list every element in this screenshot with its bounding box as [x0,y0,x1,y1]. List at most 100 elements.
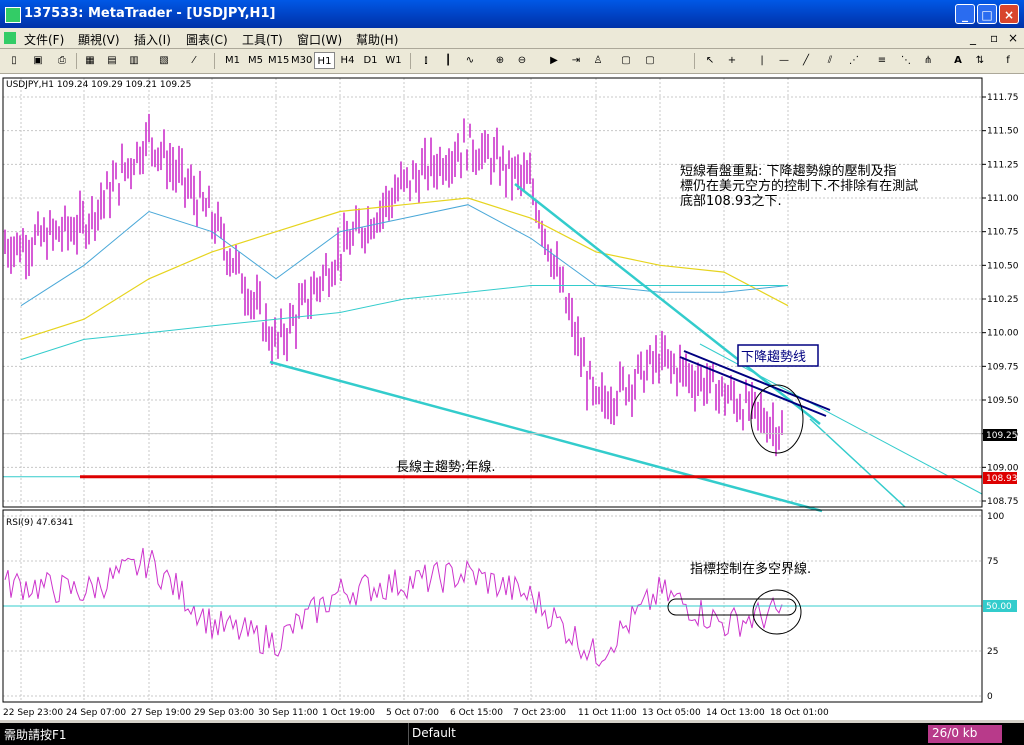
price-axis-label: 109.00 [987,463,1019,473]
trendline-icon[interactable]: ╱ [798,52,814,69]
short-term-note-line2: 標仍在美元空方的控制下.不排除有在測試 [680,178,918,194]
templates-icon[interactable]: ▢ [642,52,658,69]
menu-charts[interactable]: 圖表(C) [186,31,228,48]
time-axis-label: 30 Sep 11:00 [258,708,318,718]
tf-d1-button[interactable]: D1 [360,52,381,69]
save-icon[interactable]: ▣ [30,52,46,69]
time-axis-label: 1 Oct 19:00 [322,708,375,718]
terminal-icon[interactable]: ▥ [126,52,142,69]
close-button[interactable]: × [999,4,1019,24]
bar-chart-icon[interactable]: ⫾ [418,52,434,69]
status-bar: 需助請按F1 Default 26/0 kb [0,723,1024,745]
tf-h1-button[interactable]: H1 [314,52,335,69]
price-axis-label: 110.50 [987,261,1019,271]
gann-icon[interactable]: ⋱ [898,52,914,69]
fan-icon[interactable]: ⋔ [920,52,936,69]
line-chart-icon[interactable]: ∿ [462,52,478,69]
long-term-label: 長線主趨勢;年線. [396,459,496,475]
price-axis-label: 110.00 [987,329,1019,339]
mdi-minimize-icon[interactable]: _ [970,31,976,45]
print-icon[interactable]: ⎙ [54,52,70,69]
menu-file[interactable]: 文件(F) [24,31,64,48]
chart-canvas[interactable]: 111.75 111.50 111.25 111.00 110.75 110.50 110.… [0,74,1024,720]
rsi-axis-label: 0 [987,692,993,702]
time-axis-label: 27 Sep 19:00 [131,708,191,718]
mdi-restore-icon[interactable]: ▫ [990,31,998,45]
navigator-icon[interactable]: ▤ [104,52,120,69]
andrews-pitchfork-icon[interactable]: ⋰ [846,52,862,69]
horizontal-line-icon[interactable]: — [776,52,792,69]
downtrend-label: 下降趨勢线 [741,350,806,365]
strategy-tester-icon[interactable]: ▧ [156,52,172,69]
price-axis-label: 111.00 [987,194,1019,204]
vertical-line-icon[interactable]: | [754,52,770,69]
price-axis-label: 111.75 [987,93,1019,103]
time-axis-label: 13 Oct 05:00 [642,708,701,718]
title-bar: 137533: MetaTrader - [USDJPY,H1] _ □ × [0,0,1024,28]
rsi-axis-label: 100 [987,512,1004,522]
price-axis-label: 109.50 [987,396,1019,406]
price-axis-label: 110.25 [987,295,1019,305]
tf-m5-button[interactable]: M5 [245,52,266,69]
zoom-out-icon[interactable]: ⊖ [514,52,530,69]
chart-window[interactable]: 111.75 111.50 111.25 111.00 110.75 110.50 110.… [0,74,1024,720]
menu-insert[interactable]: 插入(I) [134,31,171,48]
separator [214,53,215,69]
tf-m30-button[interactable]: M30 [291,52,312,69]
zoom-in-icon[interactable]: ⊕ [492,52,508,69]
price-axis-label: 109.75 [987,362,1019,372]
tf-m1-button[interactable]: M1 [222,52,243,69]
maximize-button[interactable]: □ [977,4,997,24]
indicators-icon[interactable]: ♙ [590,52,606,69]
menu-bar: 文件(F) 顯視(V) 插入(I) 圖表(C) 工具(T) 窗口(W) 幫助(H… [0,28,1024,49]
tf-m15-button[interactable]: M15 [268,52,289,69]
time-axis-label: 11 Oct 11:00 [578,708,637,718]
new-chart-icon[interactable]: ▯ [6,52,22,69]
document-icon[interactable] [4,32,16,44]
expert-advisors-icon[interactable]: ⁄ [186,52,202,69]
chart-info-label: USDJPY,H1 109.24 109.29 109.21 109.25 [6,80,191,90]
app-icon [5,7,21,23]
menu-view[interactable]: 顯視(V) [78,31,120,48]
price-axis-label: 111.50 [987,127,1019,137]
menu-help[interactable]: 幫助(H) [356,31,398,48]
time-axis-label: 24 Sep 07:00 [66,708,126,718]
crosshair-icon[interactable]: + [724,52,740,69]
status-profile: Default [412,726,456,740]
time-axis-label: 7 Oct 23:00 [513,708,566,718]
arrows-icon[interactable]: ⇅ [972,52,988,69]
tf-h4-button[interactable]: H4 [337,52,358,69]
rsi-note: 指標控制在多空界線. [690,561,811,577]
periods-icon[interactable]: ▢ [618,52,634,69]
current-price-value: 109.25 [986,431,1018,441]
separator [410,53,411,69]
short-term-note-line3: 底部108.93之下. [680,193,782,209]
tf-w1-button[interactable]: W1 [383,52,404,69]
menu-tools[interactable]: 工具(T) [242,31,283,48]
rsi-axis-label: 75 [987,557,998,567]
candlestick-icon[interactable]: ┃ [440,52,456,69]
auto-scroll-icon[interactable]: ▶ [546,52,562,69]
status-help: 需助請按F1 [4,728,67,742]
time-axis-label: 5 Oct 07:00 [386,708,439,718]
window-title: 137533: MetaTrader - [USDJPY,H1] [24,6,276,21]
support-price-value: 108.93 [986,474,1018,484]
short-term-note-line1: 短線看盤重點: 下降趨勢線的壓制及指 [680,163,897,179]
fibonacci-tool-icon[interactable]: f [1000,52,1016,69]
minimize-button[interactable]: _ [955,4,975,24]
mdi-close-icon[interactable]: × [1008,31,1018,45]
chart-shift-icon[interactable]: ⇥ [568,52,584,69]
cursor-icon[interactable]: ↖ [702,52,718,69]
market-watch-icon[interactable]: ▦ [82,52,98,69]
fibonacci-icon[interactable]: ≡ [874,52,890,69]
time-axis-label: 14 Oct 13:00 [706,708,765,718]
text-tool-icon[interactable]: A [950,52,966,69]
price-axis-label: 108.75 [987,497,1019,507]
status-divider [408,723,409,745]
rsi-axis-label: 25 [987,647,998,657]
equidistant-channel-icon[interactable]: ⫽ [822,52,838,69]
status-traffic: 26/0 kb [932,726,978,740]
toolbar: ▯ ▣ ⎙ ▦ ▤ ▥ ▧ ⁄ M1 M5 M15 M30 H1 H4 D1 W… [0,49,1024,74]
menu-window[interactable]: 窗口(W) [297,31,342,48]
time-axis-label: 18 Oct 01:00 [770,708,829,718]
